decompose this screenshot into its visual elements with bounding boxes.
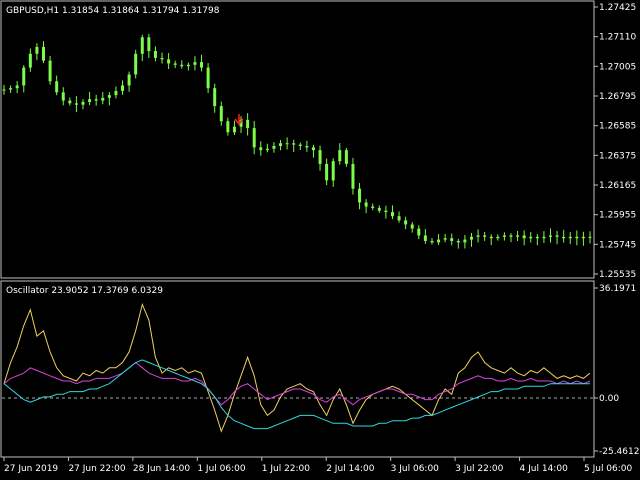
price-tick-label: 1.25535 bbox=[599, 270, 636, 280]
price-tick-label: 1.26585 bbox=[599, 122, 636, 132]
time-tick-label: 27 Jun 22:00 bbox=[68, 464, 125, 474]
price-axis: 1.27425 1.27110 1.27005 1.26795 1.26585 1.263… bbox=[594, 3, 636, 280]
oscillator-header: Oscillator 23.9052 17.3769 6.0329 bbox=[6, 286, 163, 296]
time-axis: 27 Jun 2019 27 Jun 22:00 28 Jun 14:00 1 Jul… bbox=[3, 457, 633, 474]
time-tick-label: 1 Jul 22:00 bbox=[262, 464, 311, 474]
price-tick-label: 1.27110 bbox=[599, 33, 636, 43]
time-tick-label: 3 Jul 06:00 bbox=[391, 464, 440, 474]
price-tick-label: 1.25955 bbox=[599, 211, 636, 221]
time-tick-label: 1 Jul 06:00 bbox=[197, 464, 246, 474]
trading-chart[interactable]: GBPUSD,H1 1.31854 1.31864 1.31794 1.3179… bbox=[0, 0, 640, 480]
osc-tick-zero: 0.00 bbox=[599, 394, 619, 404]
price-tick-label: 1.27005 bbox=[599, 62, 636, 72]
price-tick-label: 1.26375 bbox=[599, 151, 636, 161]
time-tick-label: 4 Jul 14:00 bbox=[520, 464, 569, 474]
candle bbox=[134, 49, 138, 79]
oscillator-axis: 36.1971 0.00 -25.4612 bbox=[594, 284, 639, 457]
price-tick-label: 1.25745 bbox=[599, 240, 636, 250]
osc-tick-min: -25.4612 bbox=[599, 447, 639, 457]
price-tick-label: 1.27425 bbox=[599, 3, 636, 13]
price-tick-label: 1.26165 bbox=[599, 181, 636, 191]
time-tick-label: 27 Jun 2019 bbox=[4, 464, 58, 474]
time-tick-label: 28 Jun 14:00 bbox=[133, 464, 190, 474]
oscillator-panel[interactable] bbox=[0, 280, 595, 458]
osc-tick-max: 36.1971 bbox=[599, 284, 636, 294]
time-tick-label: 5 Jul 06:00 bbox=[584, 464, 633, 474]
price-tick-label: 1.26795 bbox=[599, 92, 636, 102]
price-panel-header: GBPUSD,H1 1.31854 1.31864 1.31794 1.3179… bbox=[6, 6, 220, 16]
time-tick-label: 2 Jul 14:00 bbox=[326, 464, 375, 474]
time-tick-label: 3 Jul 22:00 bbox=[455, 464, 504, 474]
